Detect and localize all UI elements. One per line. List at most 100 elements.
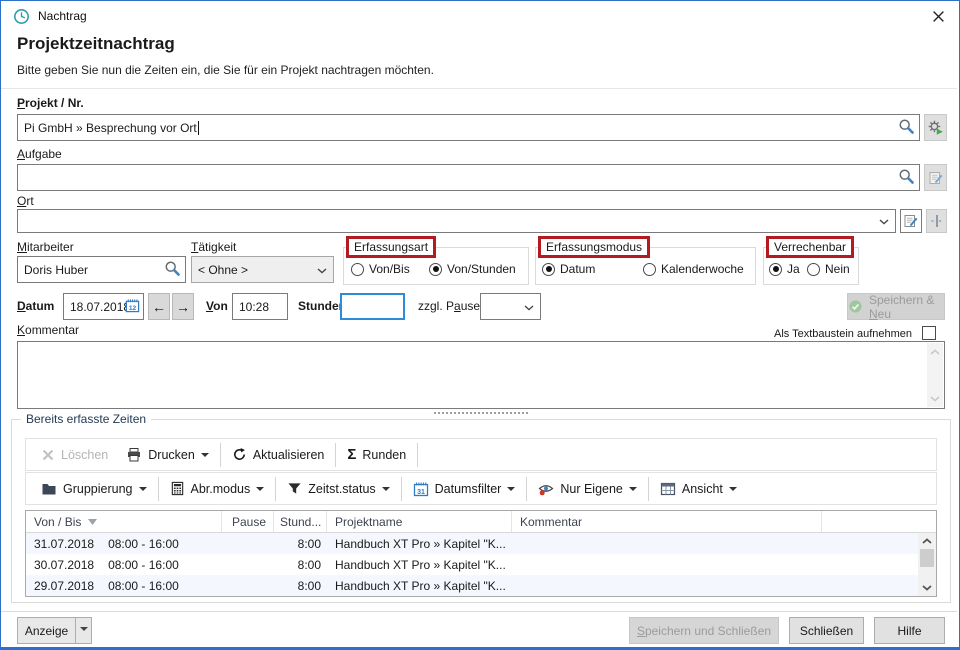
clock-icon	[13, 8, 30, 25]
erfassungsart-annotation: Erfassungsart	[346, 236, 436, 258]
von-value: 10:28	[239, 300, 269, 314]
chevron-down-icon	[524, 300, 534, 314]
aktualisieren-button[interactable]: Aktualisieren	[223, 442, 334, 468]
next-day-button[interactable]: →	[172, 293, 194, 320]
von-input[interactable]: 10:28	[232, 293, 288, 320]
radio-circle	[769, 263, 782, 276]
radio-ja[interactable]: Ja	[769, 262, 800, 276]
column-header-projektname[interactable]: Projektname	[327, 511, 512, 532]
previous-day-button[interactable]: ←	[148, 293, 170, 320]
aufgabe-input[interactable]	[17, 164, 920, 191]
table-row[interactable]: 31.07.201808:00 - 16:00 8:00 Handbuch XT…	[26, 533, 936, 554]
search-icon[interactable]	[898, 168, 915, 188]
ort-edit-button[interactable]	[900, 209, 922, 233]
dropdown-arrow-icon	[507, 487, 515, 495]
anzeige-dropdown-button[interactable]	[75, 617, 92, 644]
radio-kalenderwoche[interactable]: Kalenderwoche	[643, 262, 744, 276]
ort-combobox[interactable]	[17, 209, 896, 233]
radio-datum[interactable]: Datum	[542, 262, 595, 276]
textbaustein-checkbox[interactable]	[922, 326, 936, 340]
scroll-up-icon[interactable]	[918, 533, 936, 549]
erfassungsart-caption: Erfassungsart	[354, 240, 428, 254]
refresh-icon	[232, 447, 247, 462]
radio-circle	[429, 263, 442, 276]
nur-eigene-button[interactable]: Nur Eigene	[529, 476, 646, 502]
toolbar-separator	[401, 477, 402, 501]
erfassungsmodus-annotation: Erfassungsmodus	[538, 236, 650, 258]
ort-label: Ort	[17, 194, 34, 208]
calendar-filter-icon: 31	[413, 481, 429, 497]
speichern-schliessen-button[interactable]: Speichern und Schließen	[629, 617, 779, 644]
datum-input[interactable]: 18.07.2018 12	[63, 293, 144, 320]
radio-label: Kalenderwoche	[661, 262, 744, 276]
radio-nein[interactable]: Nein	[807, 262, 850, 276]
toolbar-separator	[335, 443, 336, 467]
ort-insert-button[interactable]	[926, 209, 947, 233]
scroll-up-icon[interactable]	[927, 343, 943, 360]
close-icon	[932, 10, 945, 23]
scrollbar-thumb[interactable]	[920, 549, 934, 567]
mitarbeiter-input[interactable]: Doris Huber	[17, 256, 186, 283]
projekt-label: Projekt / Nr.	[17, 96, 84, 110]
calendar-icon[interactable]: 12	[125, 298, 140, 316]
sort-desc-icon	[88, 519, 97, 525]
close-button[interactable]	[930, 8, 946, 24]
column-header-pause[interactable]: Pause	[222, 511, 274, 532]
radio-label: Ja	[787, 262, 800, 276]
aufgabe-label: Aufgabe	[17, 147, 62, 161]
datumsfilter-button[interactable]: 31 Datumsfilter	[404, 476, 525, 502]
abrmodus-button[interactable]: Abr.modus	[161, 476, 274, 502]
speichern-neu-button[interactable]: Speichern & Neu	[847, 293, 945, 320]
stunden-input[interactable]	[340, 293, 405, 320]
aufgabe-edit-button[interactable]	[924, 164, 947, 191]
table-header: Von / Bis Pause Stund... Projektname Kom…	[26, 511, 936, 533]
stunden-label: Stunden	[298, 299, 346, 313]
insert-marker-icon	[929, 213, 945, 229]
scroll-down-icon[interactable]	[927, 390, 943, 407]
mitarbeiter-value: Doris Huber	[24, 263, 88, 277]
column-header-filler	[822, 511, 936, 532]
projekt-actions-button[interactable]	[924, 114, 947, 141]
radio-von-bis[interactable]: Von/Bis	[351, 262, 410, 276]
page-subtitle: Bitte geben Sie nun die Zeiten ein, die …	[17, 63, 434, 77]
ansicht-button[interactable]: Ansicht	[651, 476, 746, 502]
arrow-left-icon: ←	[152, 299, 166, 315]
scroll-down-icon[interactable]	[918, 580, 936, 596]
textbaustein-label: Als Textbaustein aufnehmen	[774, 328, 912, 340]
kommentar-textarea[interactable]	[17, 341, 945, 409]
column-header-stunden[interactable]: Stund...	[274, 511, 327, 532]
drucken-button[interactable]: Drucken	[117, 442, 218, 468]
table-row[interactable]: 29.07.201808:00 - 16:00 8:00 Handbuch XT…	[26, 575, 936, 596]
anzeige-button[interactable]: Anzeige	[17, 617, 76, 644]
taetigkeit-label: Tätigkeit	[191, 240, 236, 254]
table-row[interactable]: 30.07.201808:00 - 16:00 8:00 Handbuch XT…	[26, 554, 936, 575]
table-scrollbar[interactable]	[918, 533, 936, 596]
taetigkeit-combobox[interactable]: < Ohne >	[191, 256, 334, 283]
radio-label: Datum	[560, 262, 595, 276]
search-icon[interactable]	[898, 118, 915, 138]
radio-label: Von/Bis	[369, 262, 410, 276]
pause-combobox[interactable]	[480, 293, 541, 320]
header-divider	[1, 88, 957, 89]
projekt-input[interactable]: Pi GmbH » Besprechung vor Ort	[17, 114, 920, 141]
svg-text:31: 31	[417, 488, 425, 495]
von-label: Von	[206, 299, 228, 313]
kommentar-scrollbar[interactable]	[927, 343, 943, 407]
loeschen-button[interactable]: Löschen	[32, 442, 117, 468]
runden-button[interactable]: Σ Runden	[338, 442, 415, 468]
dropdown-arrow-icon	[382, 487, 390, 495]
erfassungsmodus-caption: Erfassungsmodus	[546, 240, 642, 254]
search-icon[interactable]	[164, 260, 181, 280]
column-header-vonbis[interactable]: Von / Bis	[26, 511, 222, 532]
column-header-kommentar[interactable]: Kommentar	[512, 511, 822, 532]
radio-von-stunden[interactable]: Von/Stunden	[429, 262, 516, 276]
hilfe-button[interactable]: Hilfe	[874, 617, 945, 644]
verrechenbar-caption: Verrechenbar	[774, 240, 846, 254]
splitter-handle[interactable]	[434, 412, 528, 414]
mitarbeiter-label: Mitarbeiter	[17, 240, 74, 254]
gruppierung-button[interactable]: Gruppierung	[32, 476, 156, 502]
radio-circle	[643, 263, 656, 276]
sigma-icon: Σ	[347, 446, 356, 463]
zeitststatus-button[interactable]: Zeitst.status	[278, 476, 398, 502]
schliessen-button[interactable]: Schließen	[789, 617, 864, 644]
